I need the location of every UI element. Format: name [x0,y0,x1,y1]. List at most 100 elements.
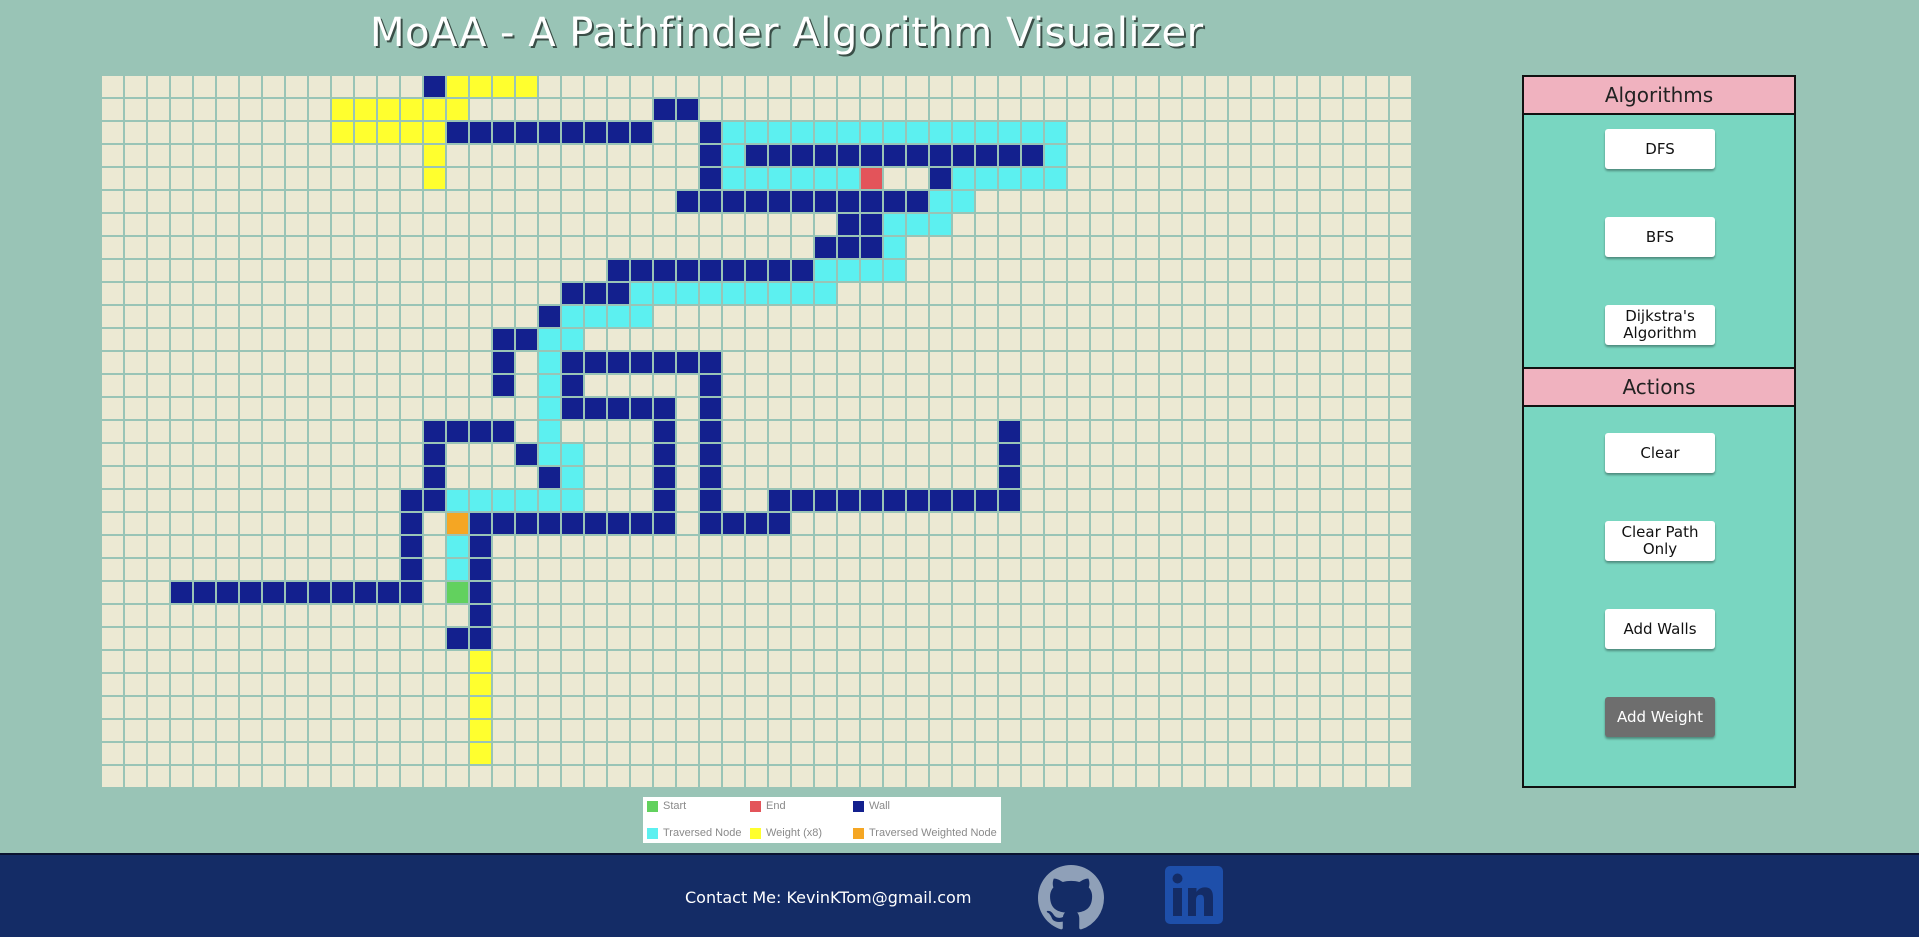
grid-cell[interactable] [1344,145,1365,166]
grid-cell[interactable] [1114,444,1135,465]
grid-cell[interactable] [1367,651,1388,672]
grid-cell[interactable] [654,375,675,396]
linkedin-icon[interactable] [1165,866,1223,924]
grid-cell[interactable] [355,306,376,327]
grid-cell[interactable] [930,99,951,120]
clear-button[interactable]: Clear [1605,433,1715,473]
grid-cell[interactable] [1091,536,1112,557]
grid-cell[interactable] [1045,214,1066,235]
wall-node[interactable] [700,513,721,534]
grid-cell[interactable] [953,513,974,534]
grid-cell[interactable] [355,191,376,212]
grid-cell[interactable] [1275,674,1296,695]
grid-cell[interactable] [125,444,146,465]
grid-cell[interactable] [240,260,261,281]
grid-cell[interactable] [792,375,813,396]
wall-node[interactable] [976,490,997,511]
grid-cell[interactable] [1252,76,1273,97]
grid-cell[interactable] [746,398,767,419]
grid-cell[interactable] [1068,306,1089,327]
grid-cell[interactable] [884,329,905,350]
grid-cell[interactable] [1229,467,1250,488]
grid-cell[interactable] [1091,329,1112,350]
wall-node[interactable] [539,467,560,488]
grid-cell[interactable] [1252,99,1273,120]
grid-cell[interactable] [930,582,951,603]
grid-cell[interactable] [102,421,123,442]
grid-cell[interactable] [194,237,215,258]
grid-cell[interactable] [148,743,169,764]
grid-cell[interactable] [1114,697,1135,718]
grid-cell[interactable] [1091,122,1112,143]
grid-cell[interactable] [1298,306,1319,327]
grid-cell[interactable] [1298,375,1319,396]
wall-node[interactable] [470,536,491,557]
grid-cell[interactable] [240,329,261,350]
grid-cell[interactable] [631,191,652,212]
traversed-node[interactable] [516,490,537,511]
wall-node[interactable] [631,513,652,534]
traversed-node[interactable] [930,214,951,235]
grid-cell[interactable] [1298,513,1319,534]
grid-cell[interactable] [1091,582,1112,603]
grid-cell[interactable] [1114,605,1135,626]
weight-node[interactable] [470,743,491,764]
grid-cell[interactable] [355,743,376,764]
grid-cell[interactable] [654,306,675,327]
grid-cell[interactable] [263,260,284,281]
grid-cell[interactable] [194,421,215,442]
grid-cell[interactable] [1252,421,1273,442]
grid-cell[interactable] [1160,99,1181,120]
grid-cell[interactable] [1229,283,1250,304]
grid-cell[interactable] [125,76,146,97]
grid-cell[interactable] [677,605,698,626]
grid-cell[interactable] [1344,214,1365,235]
wall-node[interactable] [746,191,767,212]
grid-cell[interactable] [1068,260,1089,281]
grid-cell[interactable] [1275,122,1296,143]
grid-cell[interactable] [1229,536,1250,557]
grid-cell[interactable] [539,283,560,304]
grid-cell[interactable] [1206,375,1227,396]
grid-cell[interactable] [470,191,491,212]
grid-cell[interactable] [1068,122,1089,143]
grid-cell[interactable] [999,743,1020,764]
grid-cell[interactable] [125,99,146,120]
grid-cell[interactable] [1022,76,1043,97]
grid-cell[interactable] [884,398,905,419]
grid-cell[interactable] [1183,76,1204,97]
traversed-node[interactable] [723,283,744,304]
grid-cell[interactable] [769,559,790,580]
grid-cell[interactable] [1298,490,1319,511]
grid-cell[interactable] [930,536,951,557]
grid-cell[interactable] [1344,720,1365,741]
grid-cell[interactable] [562,743,583,764]
grid-cell[interactable] [1114,743,1135,764]
grid-cell[interactable] [1206,536,1227,557]
grid-cell[interactable] [1183,605,1204,626]
grid-cell[interactable] [171,214,192,235]
wall-node[interactable] [677,352,698,373]
grid-cell[interactable] [309,720,330,741]
grid-cell[interactable] [102,214,123,235]
grid-cell[interactable] [769,536,790,557]
grid-cell[interactable] [1275,651,1296,672]
traversed-node[interactable] [769,168,790,189]
grid-cell[interactable] [1344,490,1365,511]
grid-cell[interactable] [516,651,537,672]
grid-cell[interactable] [585,145,606,166]
grid-cell[interactable] [516,306,537,327]
grid-cell[interactable] [700,720,721,741]
wall-node[interactable] [677,191,698,212]
grid-cell[interactable] [1206,582,1227,603]
grid-cell[interactable] [355,628,376,649]
grid-cell[interactable] [1137,421,1158,442]
grid-cell[interactable] [217,214,238,235]
grid-cell[interactable] [1183,398,1204,419]
grid-cell[interactable] [723,421,744,442]
grid-cell[interactable] [976,444,997,465]
grid-cell[interactable] [677,214,698,235]
grid-cell[interactable] [1321,674,1342,695]
grid-cell[interactable] [953,559,974,580]
grid-cell[interactable] [1344,168,1365,189]
